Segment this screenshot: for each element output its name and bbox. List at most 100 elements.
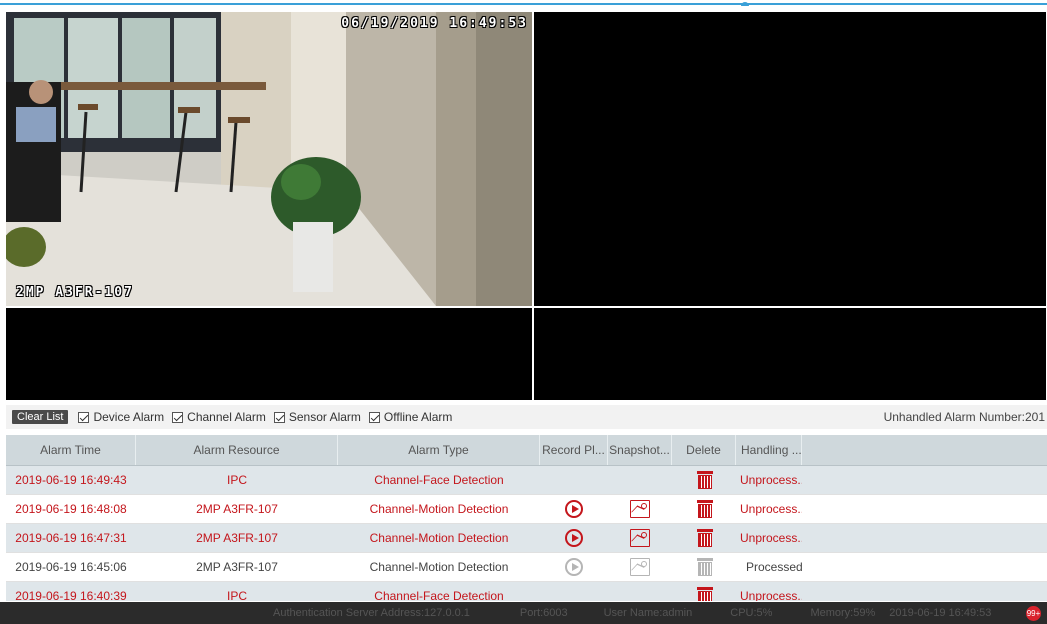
port-info: Port:6003: [519, 607, 568, 619]
unhandled-alarm-count: Unhandled Alarm Number:201: [883, 410, 1045, 424]
table-row[interactable]: 2019-06-19 16:47:31 2MP A3FR-107 Channel-M…: [6, 524, 1047, 553]
video-tile-3[interactable]: [6, 308, 532, 400]
device-alarm-checkbox[interactable]: Device Alarm: [78, 410, 164, 424]
alarm-resource-cell: 2MP A3FR-107: [196, 560, 278, 574]
trash-bin: [698, 504, 712, 518]
play-record-icon[interactable]: [565, 558, 583, 576]
alarm-time-cell: 2019-06-19 16:40:39: [15, 589, 127, 601]
trash-icon[interactable]: [697, 529, 713, 547]
offline-alarm-checkbox[interactable]: Offline Alarm: [368, 410, 453, 424]
play-record-icon[interactable]: [565, 529, 583, 547]
trash-icon[interactable]: [697, 587, 713, 601]
alarm-resource-cell: 2MP A3FR-107: [196, 502, 278, 516]
col-header-record-play[interactable]: Record Pl...: [540, 435, 608, 465]
alarm-type-cell: Channel-Motion Detection: [369, 531, 509, 545]
user-name-info: User Name:admin: [603, 607, 693, 619]
delete-cell: [672, 553, 736, 581]
video-tile-4[interactable]: [534, 308, 1046, 400]
sensor-alarm-checkbox[interactable]: Sensor Alarm: [273, 410, 361, 424]
trash-lid: [697, 529, 713, 532]
snapshot-cell: [608, 524, 672, 552]
alarm-time-cell: 2019-06-19 16:47:31: [15, 531, 127, 545]
row-spacer: [802, 582, 1047, 601]
checkbox-checked-icon[interactable]: [78, 411, 90, 423]
checkbox-checked-icon[interactable]: [273, 411, 285, 423]
alarm-time-cell: 2019-06-19 16:49:43: [15, 473, 127, 487]
trash-bin: [698, 533, 712, 547]
alarm-time-cell: 2019-06-19 16:45:06: [15, 560, 127, 574]
handling-status-cell[interactable]: Unprocess...: [736, 524, 802, 552]
checkbox-checked-icon[interactable]: [172, 411, 184, 423]
record-play-cell: [540, 524, 608, 552]
trash-lid: [697, 471, 713, 474]
trash-lid: [697, 558, 713, 561]
clear-list-button[interactable]: Clear List: [12, 410, 69, 424]
table-body: 2019-06-19 16:49:43 IPC Channel-Face Detec…: [6, 466, 1047, 601]
trash-icon[interactable]: [697, 471, 713, 489]
alarm-type-cell: Channel-Motion Detection: [369, 502, 509, 516]
handling-status-cell[interactable]: Processed: [736, 553, 802, 581]
offline-alarm-label: Offline Alarm: [383, 410, 453, 424]
handling-status-cell[interactable]: Unprocess...: [736, 466, 802, 494]
record-play-cell: [540, 495, 608, 523]
table-row[interactable]: 2019-06-19 16:40:39 IPC Channel-Face Detec…: [6, 582, 1047, 601]
row-spacer: [802, 524, 1047, 552]
notification-badge-icon[interactable]: 99+: [1026, 606, 1041, 621]
snapshot-cell: [608, 466, 672, 494]
alarm-table: Alarm Time Alarm Resource Alarm Type Rec…: [6, 435, 1047, 601]
camera-timestamp: 06/19/2019 16:49:53: [341, 16, 528, 31]
alarm-type-cell: Channel-Face Detection: [374, 589, 504, 601]
trash-lid: [697, 500, 713, 503]
handling-status-cell[interactable]: Unprocess...: [736, 495, 802, 523]
snapshot-cell: [608, 495, 672, 523]
memory-usage: Memory:59%: [810, 607, 876, 619]
system-datetime: 2019-06-19 16:49:53: [889, 607, 992, 619]
camera-feed-image: [6, 12, 532, 306]
top-accent-bar: [0, 3, 1047, 5]
record-play-cell: [540, 466, 608, 494]
alarm-type-cell: Channel-Motion Detection: [369, 560, 509, 574]
play-record-icon[interactable]: [565, 500, 583, 518]
col-header-alarm-type[interactable]: Alarm Type: [338, 435, 540, 465]
alarm-type-cell: Channel-Face Detection: [374, 473, 504, 487]
record-play-cell: [540, 553, 608, 581]
table-row[interactable]: 2019-06-19 16:45:06 2MP A3FR-107 Channel-M…: [6, 553, 1047, 582]
camera-name-overlay: 2MP A3FR-107: [16, 285, 134, 300]
channel-alarm-checkbox[interactable]: Channel Alarm: [172, 410, 266, 424]
col-header-alarm-time[interactable]: Alarm Time: [6, 435, 136, 465]
col-header-alarm-resource[interactable]: Alarm Resource: [136, 435, 338, 465]
status-bar: Authentication Server Address:127.0.0.1 …: [0, 602, 1047, 624]
delete-cell: [672, 495, 736, 523]
table-row[interactable]: 2019-06-19 16:49:43 IPC Channel-Face Detec…: [6, 466, 1047, 495]
alarm-resource-cell: 2MP A3FR-107: [196, 531, 278, 545]
top-accent-handle[interactable]: [741, 2, 749, 6]
video-grid: 06/19/2019 16:49:53 2MP A3FR-107: [6, 12, 1046, 400]
trash-icon[interactable]: [697, 558, 713, 576]
cpu-usage: CPU:5%: [730, 607, 773, 619]
col-header-delete[interactable]: Delete: [672, 435, 736, 465]
col-header-snapshot[interactable]: Snapshot...: [608, 435, 672, 465]
table-row[interactable]: 2019-06-19 16:48:08 2MP A3FR-107 Channel-M…: [6, 495, 1047, 524]
trash-icon[interactable]: [697, 500, 713, 518]
row-spacer: [802, 553, 1047, 581]
snapshot-cell: [608, 582, 672, 601]
video-tile-2[interactable]: [534, 12, 1046, 306]
handling-status-cell[interactable]: Unprocess...: [736, 582, 802, 601]
col-header-handling[interactable]: Handling ...: [736, 435, 802, 465]
delete-cell: [672, 582, 736, 601]
delete-cell: [672, 524, 736, 552]
trash-bin: [698, 591, 712, 601]
top-progress-line: [0, 0, 1047, 6]
channel-alarm-label: Channel Alarm: [187, 410, 266, 424]
alarm-time-cell: 2019-06-19 16:48:08: [15, 502, 127, 516]
checkbox-checked-icon[interactable]: [368, 411, 380, 423]
alarm-resource-cell: IPC: [226, 589, 247, 601]
snapshot-cell: [608, 553, 672, 581]
alarm-resource-cell: IPC: [226, 473, 247, 487]
snapshot-image-icon[interactable]: [630, 500, 650, 518]
row-spacer: [802, 495, 1047, 523]
alarm-filter-bar: Clear List Device Alarm Channel Alarm Se…: [6, 405, 1047, 429]
snapshot-image-icon[interactable]: [630, 529, 650, 547]
snapshot-image-icon[interactable]: [630, 558, 650, 576]
video-tile-1[interactable]: 06/19/2019 16:49:53 2MP A3FR-107: [6, 12, 532, 306]
